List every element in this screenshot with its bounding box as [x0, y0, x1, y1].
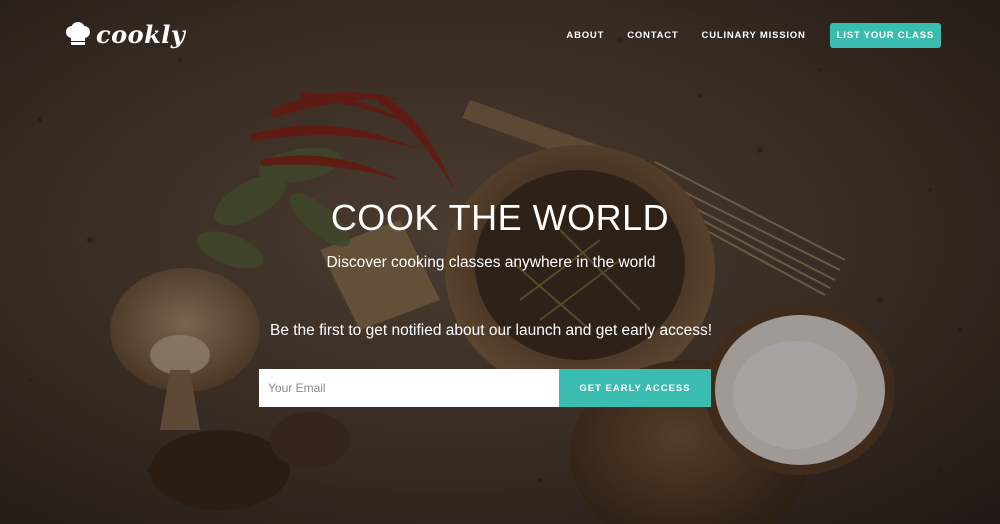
hero-subheadline: Discover cooking classes anywhere in the…	[326, 254, 656, 271]
list-your-class-button[interactable]: LIST YOUR CLASS	[829, 22, 941, 48]
nav-culinary-mission-link[interactable]: CULINARY MISSION	[702, 30, 806, 41]
launch-notify-text: Be the first to get notified about our l…	[269, 322, 713, 339]
get-early-access-button[interactable]: GET EARLY ACCESS	[559, 369, 711, 407]
main-nav: ABOUT CONTACT CULINARY MISSION LIST YOUR…	[543, 22, 941, 48]
early-access-form: GET EARLY ACCESS	[259, 369, 711, 407]
logo-text: cookly	[96, 20, 186, 49]
nav-about-link[interactable]: ABOUT	[566, 30, 604, 41]
hero-section: cookly ABOUT CONTACT CULINARY MISSION LI…	[0, 0, 1000, 524]
email-input[interactable]	[259, 369, 559, 407]
chef-hat-icon	[66, 22, 90, 45]
hero-headline: COOK THE WORLD	[330, 197, 670, 238]
cookly-logo[interactable]: cookly	[64, 18, 185, 52]
nav-contact-link[interactable]: CONTACT	[627, 30, 678, 41]
